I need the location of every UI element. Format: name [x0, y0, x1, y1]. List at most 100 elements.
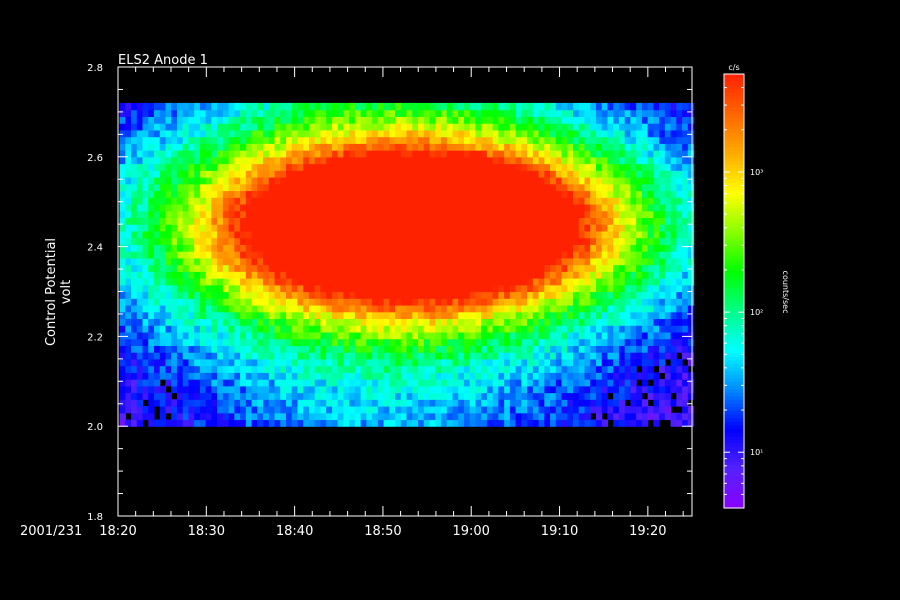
heatmap-cell	[159, 338, 167, 346]
heatmap-cell	[125, 257, 132, 266]
heatmap-cell	[182, 345, 190, 353]
heatmap-cell	[274, 251, 281, 259]
heatmap-cell	[429, 116, 436, 124]
heatmap-cell	[469, 379, 477, 387]
heatmap-cell	[418, 379, 425, 387]
heatmap-cell	[653, 399, 660, 407]
heatmap-cell	[211, 412, 218, 421]
heatmap-cell	[481, 325, 488, 333]
heatmap-cell	[188, 412, 195, 421]
heatmap-cell	[194, 412, 201, 421]
heatmap-cell	[360, 136, 367, 144]
heatmap-cell	[349, 210, 356, 219]
heatmap-cell	[440, 412, 448, 421]
heatmap-cell	[601, 102, 609, 111]
heatmap-cell	[653, 129, 660, 138]
heatmap-cell	[395, 399, 402, 407]
heatmap-cell	[400, 217, 408, 225]
heatmap-cell	[452, 358, 459, 367]
heatmap-cell	[182, 217, 190, 225]
heatmap-cell	[194, 251, 201, 259]
heatmap-cell	[429, 379, 436, 387]
heatmap-cell	[165, 244, 172, 252]
heatmap-cell	[601, 143, 609, 151]
heatmap-cell	[418, 331, 425, 340]
colorbar-segment	[724, 417, 744, 422]
heatmap-cell	[527, 271, 534, 279]
heatmap-cell	[245, 278, 253, 286]
heatmap-cell	[286, 109, 293, 117]
heatmap-cell	[131, 237, 138, 245]
heatmap-cell	[136, 224, 144, 232]
heatmap-cell	[486, 419, 494, 427]
heatmap-cell	[664, 264, 672, 272]
heatmap-cell	[308, 358, 316, 367]
heatmap-cell	[538, 291, 545, 299]
heatmap-cell	[251, 156, 258, 165]
heatmap-cell	[136, 264, 144, 272]
heatmap-cell	[418, 311, 425, 320]
heatmap-cell	[435, 399, 442, 407]
heatmap-cell	[131, 345, 138, 353]
heatmap-cell	[423, 311, 431, 320]
heatmap-cell	[630, 183, 637, 192]
heatmap-cell	[429, 284, 436, 293]
heatmap-cell	[463, 331, 471, 340]
heatmap-cell	[406, 217, 413, 225]
heatmap-cell	[165, 224, 172, 232]
heatmap-cell	[567, 224, 574, 232]
heatmap-cell	[624, 385, 632, 394]
heatmap-cell	[303, 102, 310, 111]
heatmap-cell	[509, 224, 517, 232]
heatmap-cell	[624, 116, 632, 124]
heatmap-cell	[653, 304, 660, 313]
heatmap-cell	[418, 392, 425, 400]
heatmap-cell	[584, 136, 591, 144]
heatmap-cell	[544, 372, 551, 380]
heatmap-cell	[601, 251, 609, 259]
heatmap-cell	[228, 311, 235, 320]
heatmap-cell	[343, 264, 350, 272]
heatmap-cell	[286, 143, 293, 151]
heatmap-cell	[136, 197, 144, 205]
heatmap-cell	[509, 271, 517, 279]
heatmap-cell	[395, 278, 402, 286]
heatmap-cell	[234, 251, 241, 259]
heatmap-cell	[509, 183, 517, 192]
heatmap-cell	[469, 163, 477, 171]
heatmap-cell	[274, 271, 281, 279]
heatmap-cell	[527, 163, 534, 171]
heatmap-cell	[125, 143, 132, 151]
heatmap-cell	[498, 304, 505, 313]
heatmap-cell	[440, 284, 448, 293]
heatmap-cell	[555, 230, 563, 239]
heatmap-cell	[509, 237, 517, 245]
heatmap-cell	[297, 365, 304, 373]
heatmap-cell	[532, 291, 540, 299]
heatmap-cell	[274, 365, 281, 373]
heatmap-cell	[274, 352, 281, 360]
heatmap-cell	[194, 177, 201, 185]
heatmap-cell	[280, 385, 287, 394]
heatmap-cell	[286, 345, 293, 353]
heatmap-cell	[240, 244, 247, 252]
heatmap-cell	[320, 224, 327, 232]
heatmap-cell	[228, 365, 235, 373]
heatmap-cell	[664, 271, 672, 279]
heatmap-cell	[222, 405, 230, 414]
heatmap-cell	[383, 244, 390, 252]
heatmap-cell	[630, 385, 637, 394]
heatmap-cell	[251, 379, 258, 387]
heatmap-cell	[452, 116, 459, 124]
heatmap-cell	[607, 257, 614, 266]
heatmap-cell	[521, 224, 528, 232]
heatmap-cell	[389, 379, 396, 387]
heatmap-cell	[653, 197, 660, 205]
heatmap-cell	[486, 311, 494, 320]
heatmap-cell	[199, 271, 207, 279]
heatmap-cell	[412, 143, 419, 151]
heatmap-cell	[515, 230, 522, 239]
heatmap-cell	[194, 291, 201, 299]
heatmap-cell	[659, 203, 666, 212]
heatmap-cell	[320, 331, 327, 340]
